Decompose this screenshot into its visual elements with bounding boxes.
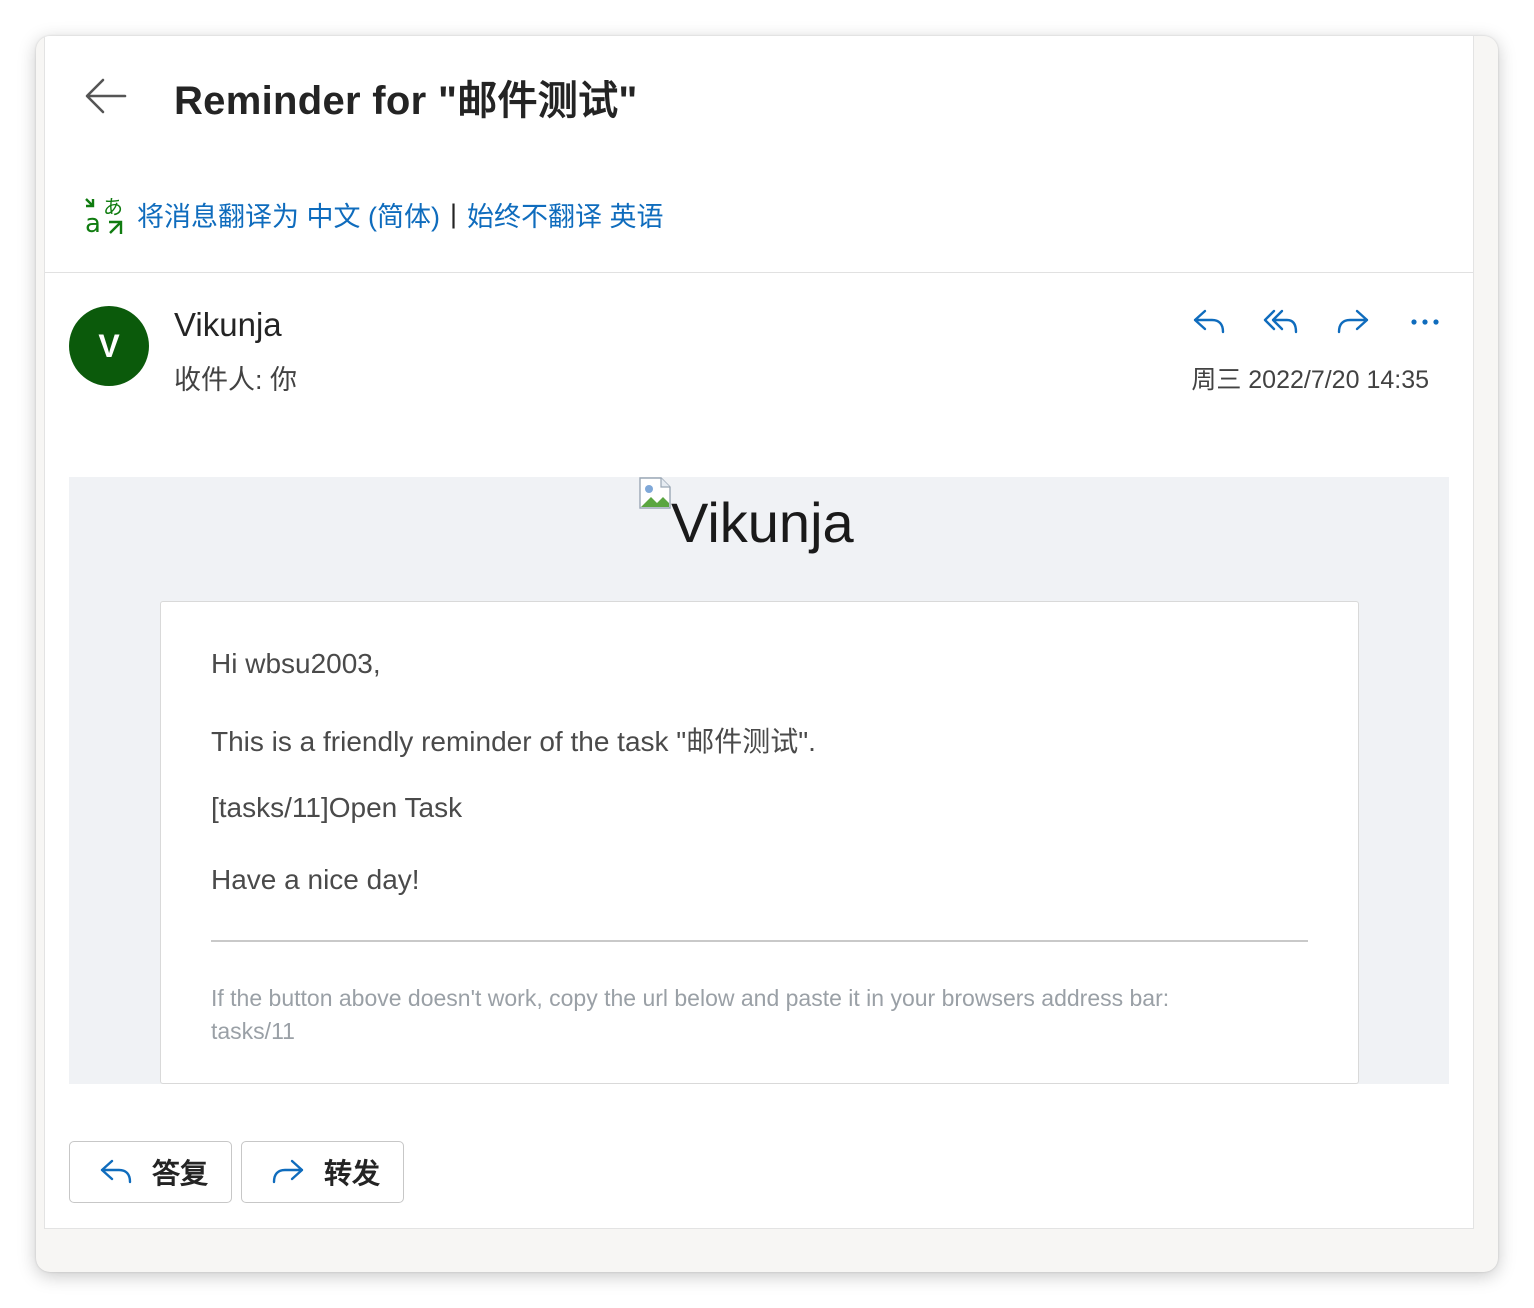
greeting: Hi wbsu2003, — [211, 648, 381, 679]
svg-text:a: a — [85, 209, 101, 236]
reply-button[interactable]: 答复 — [69, 1141, 232, 1203]
more-options-icon[interactable] — [1389, 304, 1461, 340]
back-arrow-icon[interactable] — [83, 76, 129, 116]
forward-icon[interactable] — [1317, 304, 1389, 340]
message-subject: Reminder for "邮件测试" — [174, 79, 638, 123]
reminder-text: This is a friendly reminder of the task … — [211, 726, 816, 757]
received-date: 周三 2022/7/20 14:35 — [1191, 366, 1429, 394]
forward-button[interactable]: 转发 — [241, 1141, 404, 1203]
footer-note: If the button above doesn't work, copy t… — [211, 982, 1311, 1048]
svg-text:あ: あ — [103, 195, 123, 219]
translate-message-link[interactable]: 将消息翻译为 中文 (简体) — [137, 195, 440, 234]
forward-button-label: 转发 — [324, 1158, 381, 1189]
translation-bar: a あ 将消息翻译为 中文 (简体) | 始终不翻译 英语 — [83, 192, 664, 239]
mail-body: Vikunja Hi wbsu2003, This is a friendly … — [69, 477, 1449, 1084]
broken-image-icon — [639, 477, 671, 509]
closing-text: Have a nice day! — [211, 864, 420, 895]
logo: Vikunja — [639, 477, 854, 551]
translation-separator: | — [450, 198, 458, 229]
never-translate-link[interactable]: 始终不翻译 英语 — [467, 195, 664, 234]
mail-window: Reminder for "邮件测试" a あ 将消息翻译为 中文 (简体) |… — [36, 36, 1498, 1272]
avatar: V — [69, 306, 149, 386]
footer-note-text: If the button above doesn't work, copy t… — [211, 985, 1170, 1011]
forward-icon — [270, 1157, 306, 1187]
open-task-link[interactable]: [tasks/11]Open Task — [211, 792, 462, 824]
reply-button-label: 答复 — [152, 1158, 209, 1189]
message-content: Hi wbsu2003, This is a friendly reminder… — [160, 601, 1359, 1084]
translate-icon: a あ — [83, 192, 127, 239]
reply-all-icon[interactable] — [1245, 304, 1317, 340]
header-divider — [45, 272, 1473, 273]
message-card: Reminder for "邮件测试" a あ 将消息翻译为 中文 (简体) |… — [44, 36, 1474, 1229]
recipient-line: 收件人: 你 — [174, 365, 298, 395]
logo-alt-text: Vikunja — [671, 491, 854, 554]
reply-icon — [98, 1157, 134, 1187]
sender-name[interactable]: Vikunja — [174, 306, 282, 344]
reply-icon[interactable] — [1173, 304, 1245, 340]
message-actions — [1173, 304, 1461, 340]
footer-url: tasks/11 — [211, 1018, 295, 1044]
content-divider — [211, 940, 1308, 942]
